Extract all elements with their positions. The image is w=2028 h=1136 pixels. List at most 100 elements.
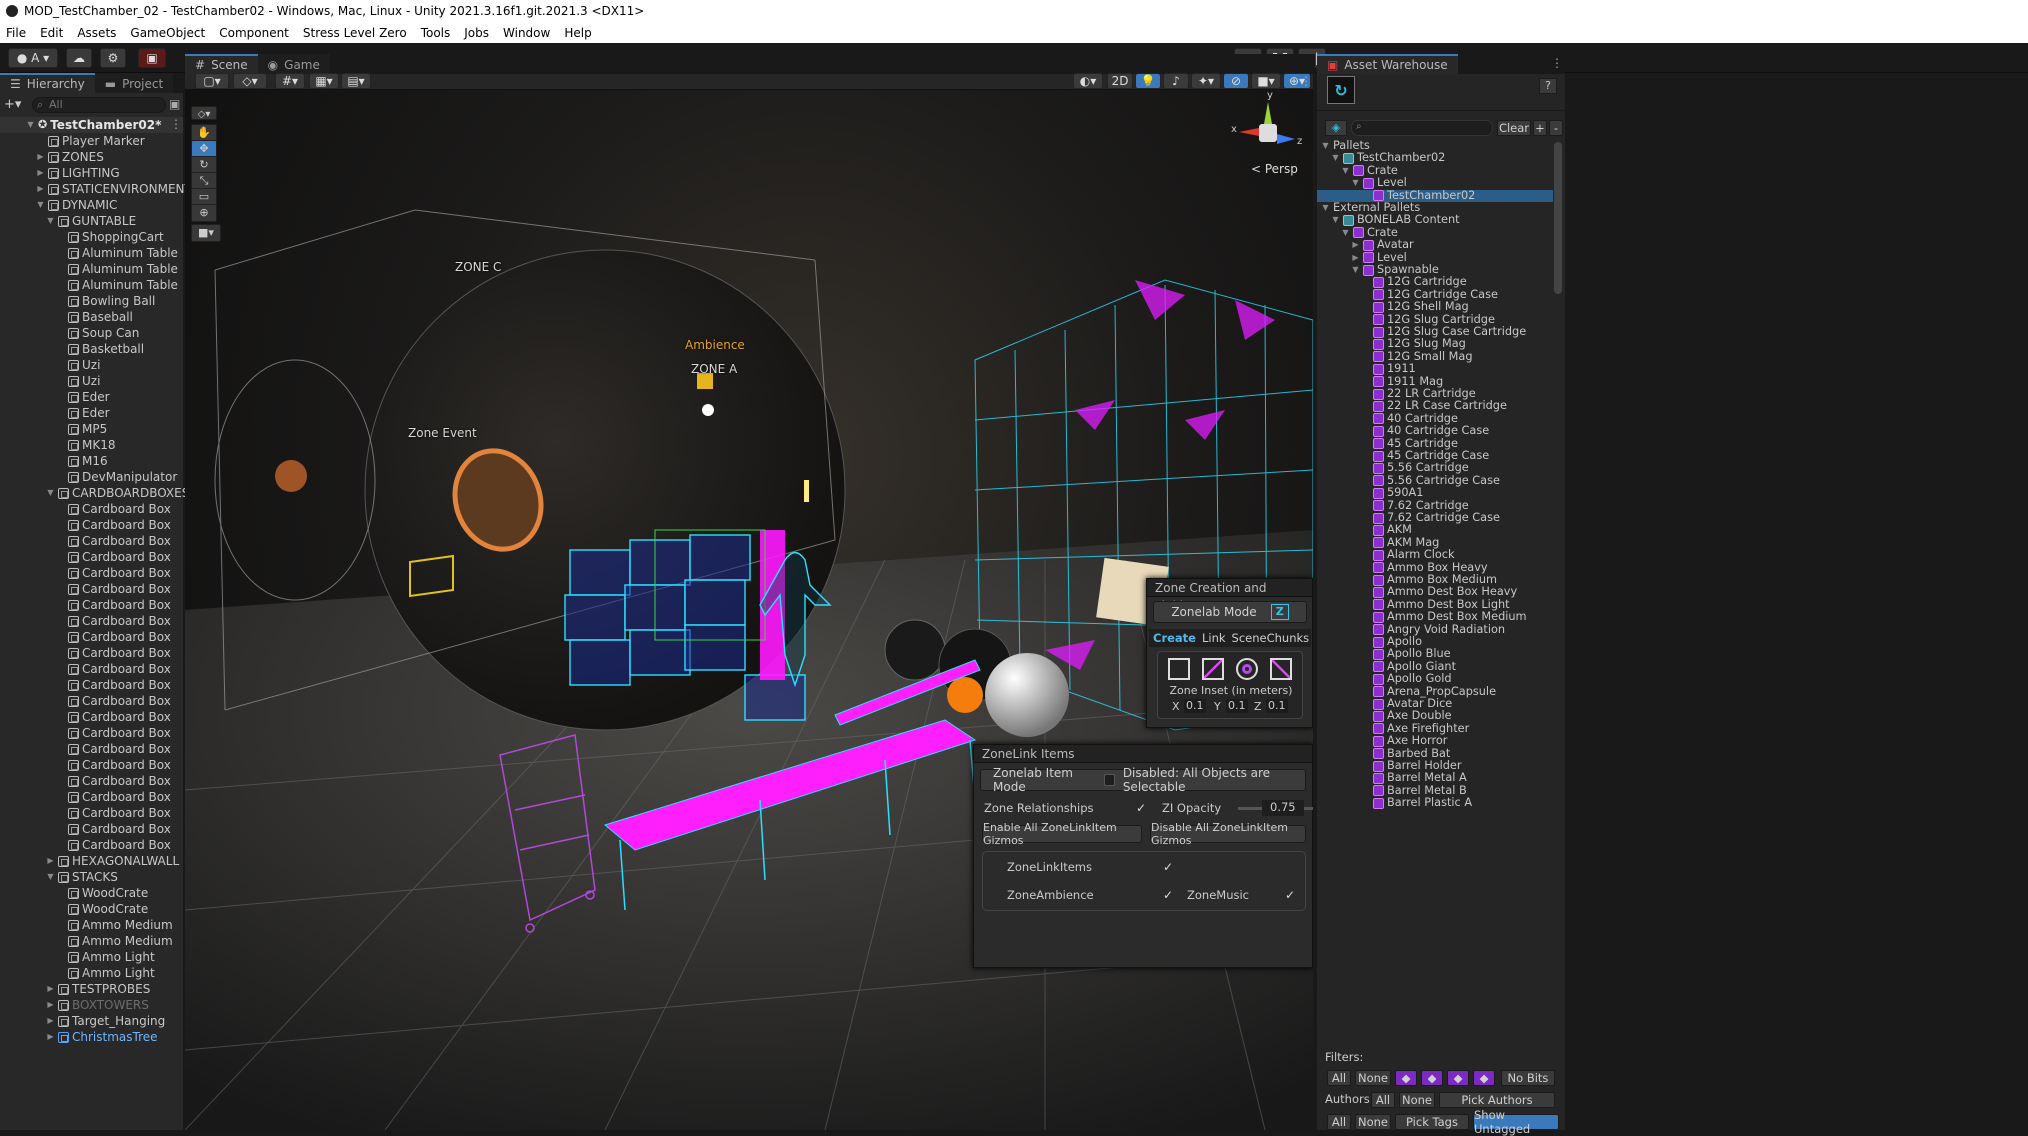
zonelab-mode-button[interactable]: Zonelab Mode Z (1153, 601, 1307, 623)
filter-spawnable-icon[interactable]: ◆ (1447, 1070, 1469, 1086)
hidden-objects-icon[interactable]: ⊘ (1223, 73, 1249, 89)
hierarchy-item[interactable]: Cardboard Box (56, 613, 171, 629)
expand-arrow-icon[interactable]: ▼ (1341, 227, 1350, 239)
scene-more-icon[interactable]: ⋮ (1300, 74, 1314, 90)
hierarchy-item[interactable]: Aluminum Table (56, 277, 178, 293)
expand-arrow-icon[interactable]: ▶ (46, 853, 55, 869)
hierarchy-item[interactable]: Cardboard Box (56, 549, 171, 565)
asset-tree-item[interactable]: 40 Cartridge Case (1317, 424, 1553, 437)
clear-button[interactable]: Clear (1497, 120, 1531, 136)
filter-none-button[interactable]: None (1355, 1070, 1391, 1086)
hierarchy-item[interactable]: Aluminum Table (56, 261, 178, 277)
asset-tree-item[interactable]: ▼ TestChamber02 (1317, 151, 1553, 164)
expand-arrow-icon[interactable]: ▶ (46, 1013, 55, 1029)
tab-hierarchy[interactable]: ☰ Hierarchy (0, 73, 95, 93)
hierarchy-item[interactable]: Cardboard Box (56, 501, 171, 517)
hierarchy-item[interactable]: ▶ BOXTOWERS (46, 997, 148, 1013)
hierarchy-item[interactable]: DevManipulator (56, 469, 177, 485)
asset-tree-item[interactable]: 12G Slug Mag (1317, 337, 1553, 350)
expand-arrow-icon[interactable]: ▶ (46, 981, 55, 997)
hierarchy-item[interactable]: ▼ DYNAMIC (36, 197, 117, 213)
zone-slice-icon[interactable] (1202, 658, 1224, 680)
item-mode-checkbox[interactable] (1104, 774, 1115, 786)
hierarchy-item[interactable]: Ammo Light (56, 949, 155, 965)
hierarchy-item[interactable]: Cardboard Box (56, 517, 171, 533)
asset-tree-item[interactable]: 1911 (1317, 362, 1553, 375)
tab-zone-create[interactable]: Create (1153, 631, 1196, 645)
hierarchy-item[interactable]: Cardboard Box (56, 773, 171, 789)
expand-arrow-icon[interactable]: ▼ (1351, 177, 1360, 189)
hierarchy-item[interactable]: ▶ STATICENVIRONMENT (36, 181, 191, 197)
zone-add-icon[interactable] (1168, 658, 1190, 680)
lighting-toggle-icon[interactable]: 💡 (1135, 73, 1161, 89)
add-object-button[interactable]: +▾ (4, 97, 26, 113)
hierarchy-search-input[interactable]: ⌕ All (32, 97, 166, 113)
pivot-button[interactable]: ◇▾ (233, 73, 267, 89)
collab-icon[interactable]: ⚙ (100, 48, 126, 68)
expand-arrow-icon[interactable]: ▼ (1321, 140, 1330, 152)
asset-tree-item[interactable]: ▼ Crate (1317, 226, 1553, 239)
gizmo-x-cone[interactable] (1239, 128, 1259, 136)
hierarchy-item[interactable]: Cardboard Box (56, 837, 171, 853)
hierarchy-item[interactable]: Basketball (56, 341, 144, 357)
hierarchy-item[interactable]: ▶ HEXAGONALWALL (46, 853, 179, 869)
plugin-icon[interactable]: ▣ (138, 48, 166, 68)
panel-more-icon[interactable]: ⋮ (1551, 56, 1563, 70)
pallet-add-icon[interactable]: ◈ (1325, 120, 1347, 136)
audio-toggle-icon[interactable]: ♪ (1163, 73, 1189, 89)
authors-none-button[interactable]: None (1399, 1092, 1435, 1108)
asset-tree-item[interactable]: Ammo Dest Box Medium (1317, 610, 1553, 623)
expand-arrow-icon[interactable]: ▼ (1351, 264, 1360, 276)
projection-label[interactable]: < Persp (1251, 162, 1298, 176)
camera-settings-icon[interactable]: ■▾ (1251, 73, 1281, 89)
tags-all-button[interactable]: All (1327, 1114, 1351, 1130)
hierarchy-item[interactable]: Ammo Medium (56, 933, 173, 949)
zone-fit-icon[interactable] (1236, 658, 1258, 680)
tab-asset-warehouse[interactable]: ▣ Asset Warehouse (1317, 54, 1458, 74)
zi-opacity-field[interactable]: 0.75 (1262, 800, 1304, 816)
hierarchy-item[interactable]: ▼ STACKS (46, 869, 117, 885)
menu-item-gameobject[interactable]: GameObject (130, 26, 205, 40)
asset-tree-item[interactable]: Apollo Blue (1317, 647, 1553, 660)
asset-tree-item[interactable]: ▼ Level (1317, 176, 1553, 189)
filter-avatar-icon[interactable]: ◆ (1395, 1070, 1417, 1086)
hierarchy-item[interactable]: Player Marker (36, 133, 145, 149)
hierarchy-item[interactable]: Cardboard Box (56, 789, 171, 805)
view-options-icon[interactable]: ◇▾ (191, 106, 217, 120)
hierarchy-item[interactable]: Cardboard Box (56, 661, 171, 677)
hierarchy-item[interactable]: Cardboard Box (56, 565, 171, 581)
hierarchy-item[interactable]: Cardboard Box (56, 581, 171, 597)
transform-tool-icon[interactable]: ⊕ (191, 204, 217, 222)
tags-none-button[interactable]: None (1355, 1114, 1391, 1130)
hierarchy-item[interactable]: WoodCrate (56, 901, 148, 917)
expand-arrow-icon[interactable]: ▼ (46, 869, 55, 885)
inset-z-field[interactable]: 0.1 (1266, 699, 1288, 713)
snap-align-button[interactable]: ▤▾ (341, 73, 371, 89)
hierarchy-item[interactable]: ▼ GUNTABLE (46, 213, 136, 229)
hierarchy-item[interactable]: Uzi (56, 357, 100, 373)
menu-item-stress-level-zero[interactable]: Stress Level Zero (303, 26, 407, 40)
asset-tree-item[interactable]: 5.56 Cartridge Case (1317, 474, 1553, 487)
help-button[interactable]: ? (1539, 78, 1557, 94)
hierarchy-item[interactable]: Cardboard Box (56, 805, 171, 821)
hierarchy-root-row[interactable]: ▼ ✪ TestChamber02* ⋮ (0, 117, 183, 133)
menu-item-assets[interactable]: Assets (77, 26, 116, 40)
hierarchy-item[interactable]: Cardboard Box (56, 741, 171, 757)
scene-viewport[interactable]: ◇▾ ✋ ✥ ↻ ⤡ ▭ ⊕ ■▾ ZONE C Ambience ZONE A… (185, 90, 1313, 1130)
hierarchy-item[interactable]: Cardboard Box (56, 645, 171, 661)
asset-tree-item[interactable]: ▼ Crate (1317, 164, 1553, 177)
account-button[interactable]: ● A ▾ (8, 48, 58, 68)
hierarchy-item[interactable]: Uzi (56, 373, 100, 389)
tab-zone-link[interactable]: Link (1202, 631, 1226, 645)
asset-tree-item[interactable]: 22 LR Case Cartridge (1317, 399, 1553, 412)
hierarchy-item[interactable]: Ammo Medium (56, 917, 173, 933)
hierarchy-item[interactable]: ▼ CARDBOARDBOXES (46, 485, 189, 501)
hierarchy-item[interactable]: Cardboard Box (56, 725, 171, 741)
zonelab-item-mode-button[interactable]: Zonelab Item Mode Disabled: All Objects … (980, 766, 1306, 794)
menu-item-file[interactable]: File (6, 26, 26, 40)
asset-tree-item[interactable]: ▶ Avatar (1317, 238, 1553, 251)
expand-arrow-icon[interactable]: ▶ (1351, 239, 1360, 251)
expand-arrow-icon[interactable]: ▶ (46, 997, 55, 1013)
expand-arrow-icon[interactable]: ▶ (36, 165, 45, 181)
menu-item-edit[interactable]: Edit (40, 26, 63, 40)
